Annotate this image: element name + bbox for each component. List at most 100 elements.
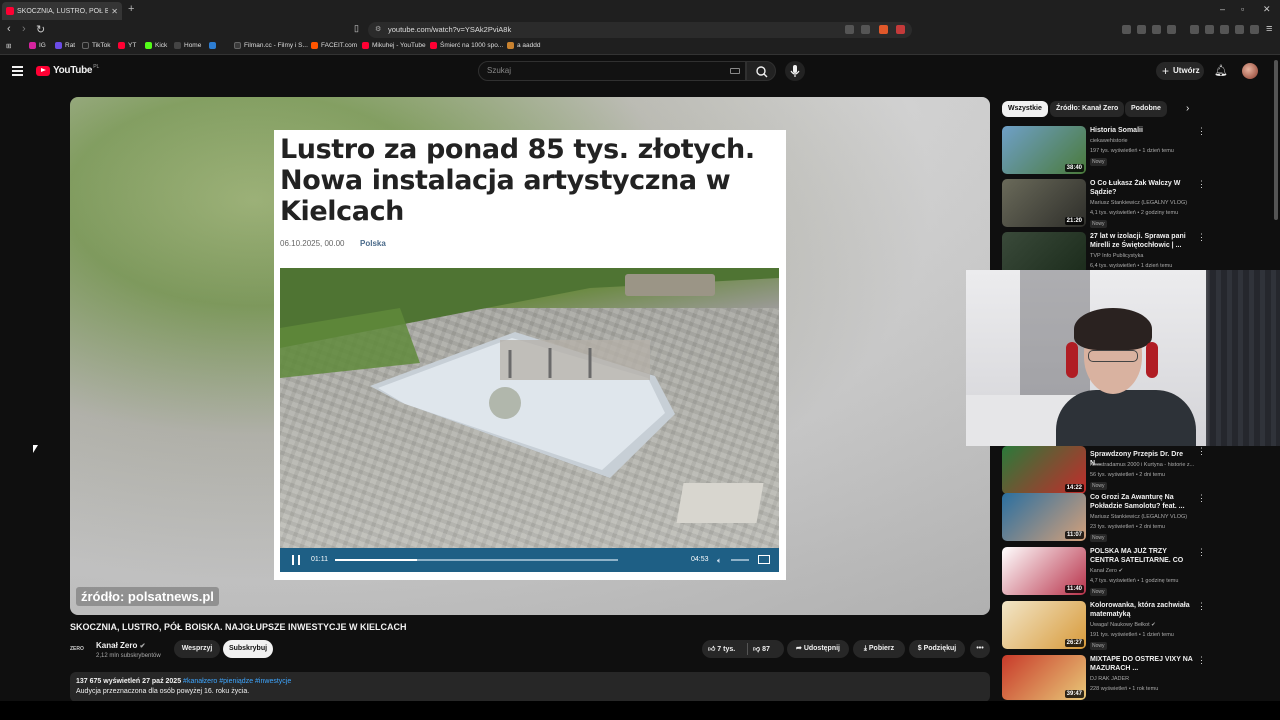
kebab-menu-icon[interactable]: ⋮ xyxy=(1197,547,1206,558)
wallet-icon[interactable] xyxy=(1220,25,1229,34)
search-input[interactable]: Szukaj xyxy=(478,61,746,81)
apps-icon[interactable]: ⊞ xyxy=(6,42,11,50)
video-thumbnail[interactable]: 21:20 xyxy=(1002,179,1086,227)
minimize-icon[interactable]: – xyxy=(1220,4,1225,14)
chip-all[interactable]: Wszystkie xyxy=(1002,101,1048,117)
bookmark-item[interactable] xyxy=(209,42,219,49)
chip-similar[interactable]: Podobne xyxy=(1125,101,1167,117)
bookmark-item[interactable]: TikTok xyxy=(82,42,111,49)
video-thumbnail[interactable]: 11:07 xyxy=(1002,493,1086,541)
thanks-label: Podziękuj xyxy=(923,645,957,652)
guide-menu-icon[interactable] xyxy=(12,66,23,78)
channel-logo[interactable]: ZERO xyxy=(70,643,90,655)
share-button[interactable]: ➦ Udostępnij xyxy=(787,640,849,658)
channel-name-text: Kanał Zero xyxy=(96,641,138,650)
share-icon[interactable] xyxy=(861,25,870,34)
create-button[interactable]: + Utwórz xyxy=(1156,62,1204,80)
site-info-icon[interactable]: ⚙ xyxy=(375,22,381,38)
fullscreen-icon xyxy=(758,555,770,564)
dislike-button[interactable]: 👎︎ 87 xyxy=(753,644,770,653)
kebab-menu-icon[interactable]: ⋮ xyxy=(1197,232,1206,243)
recommendation-title: Historia Somalii xyxy=(1090,127,1143,134)
bookmark-item[interactable]: Kick xyxy=(145,42,167,49)
bookmark-item[interactable]: a aaddd xyxy=(507,42,541,49)
dislike-count: 87 xyxy=(762,646,770,653)
video-thumbnail[interactable]: 26:27 xyxy=(1002,601,1086,649)
url-bar[interactable]: ⚙ youtube.com/watch?v=YSAk2PviA8k xyxy=(368,22,912,38)
recommendation-channel: TVP Info Publicystyka xyxy=(1090,253,1144,259)
youtube-wordmark: YouTube xyxy=(53,65,93,76)
recommendation-item[interactable]: 38:40 Historia Somalii ciekawehistorie 1… xyxy=(1002,126,1206,176)
reload-icon[interactable]: ↻ xyxy=(36,23,45,36)
support-button[interactable]: Wesprzyj xyxy=(174,640,220,658)
page-scrollbar[interactable] xyxy=(1274,60,1278,220)
video-thumbnail[interactable]: 11:40 xyxy=(1002,547,1086,595)
recommendation-item[interactable]: 21:20 O Co Łukasz Żak Walczy W Sądzie? M… xyxy=(1002,179,1206,229)
extension-icon[interactable] xyxy=(1137,25,1146,34)
recommendation-item[interactable]: 39:47 MIXTAPE DO OSTREJ VIXY NA MAZURACH… xyxy=(1002,655,1206,701)
back-icon[interactable]: ‹ xyxy=(7,23,11,35)
description-box[interactable]: 137 675 wyświetleń 27 paź 2025 #kanałzer… xyxy=(70,672,990,702)
thumbs-up-icon: 👍︎ xyxy=(708,646,716,653)
kebab-menu-icon[interactable]: ⋮ xyxy=(1197,446,1206,457)
search-button[interactable] xyxy=(746,61,776,81)
bookmark-item[interactable]: FACEIT.com xyxy=(311,42,357,49)
bookmark-item[interactable]: Rat xyxy=(55,42,75,49)
bookmark-label: FACEIT.com xyxy=(321,42,358,49)
chip-source[interactable]: Źródło: Kanał Zero xyxy=(1050,101,1125,117)
kebab-menu-icon[interactable]: ⋮ xyxy=(1197,601,1206,612)
chevron-right-icon[interactable]: › xyxy=(1186,103,1189,114)
extension-icon[interactable] xyxy=(1167,25,1176,34)
brave-rewards-icon[interactable] xyxy=(896,25,905,34)
subscribe-button[interactable]: Subskrybuj xyxy=(223,640,273,658)
bookmark-item[interactable]: YT xyxy=(118,42,136,49)
bookmark-item[interactable]: Mikuhej - YouTube xyxy=(362,42,426,49)
video-thumbnail[interactable]: 14:22 xyxy=(1002,446,1086,494)
recommendation-item[interactable]: 11:40 POLSKA MA JUŻ TRZY CENTRA SATELITA… xyxy=(1002,547,1206,597)
sidebar-icon[interactable] xyxy=(1205,25,1214,34)
new-tab-icon[interactable]: + xyxy=(128,3,134,15)
bookmark-item[interactable]: Filman.cc - Filmy i S... xyxy=(234,42,308,49)
brave-shield-icon[interactable] xyxy=(879,25,888,34)
kebab-menu-icon[interactable]: ⋮ xyxy=(1197,655,1206,666)
media-icon[interactable] xyxy=(1190,25,1199,34)
forward-icon[interactable]: › xyxy=(22,23,26,35)
kebab-menu-icon[interactable]: ⋮ xyxy=(1197,126,1206,137)
video-thumbnail[interactable]: 38:40 xyxy=(1002,126,1086,174)
video-duration: 26:27 xyxy=(1064,639,1084,647)
more-actions-button[interactable]: ••• xyxy=(970,640,990,658)
hashtags[interactable]: #kanałzero #pieniądze #inwestycje xyxy=(183,678,291,685)
recommendation-item[interactable]: 11:07 Co Grozi Za Awanturę Na Pokładzie … xyxy=(1002,493,1206,543)
bookmark-item[interactable]: IG xyxy=(29,42,46,49)
keyboard-icon[interactable] xyxy=(730,68,740,74)
recommendation-item[interactable]: 26:27 Kolorowanka, która zachwiała matem… xyxy=(1002,601,1206,651)
new-badge: Nowy xyxy=(1090,588,1107,596)
kebab-menu-icon[interactable]: ⋮ xyxy=(1197,493,1206,504)
voice-search-button[interactable] xyxy=(785,61,805,81)
like-button[interactable]: 👍︎ 7 tys. xyxy=(708,644,735,653)
bookmark-item[interactable]: Home xyxy=(174,42,201,49)
close-window-icon[interactable]: ✕ xyxy=(1263,4,1271,15)
channel-name[interactable]: Kanał Zero ✔ xyxy=(96,641,145,650)
close-tab-icon[interactable]: ✕ xyxy=(111,7,118,16)
thanks-button[interactable]: $ Podziękuj xyxy=(909,640,965,658)
vpn-icon[interactable] xyxy=(1250,25,1259,34)
notifications-bell-icon[interactable]: 🔔︎ xyxy=(1214,64,1228,77)
video-thumbnail[interactable]: 39:47 xyxy=(1002,655,1086,700)
video-duration: 11:40 xyxy=(1064,585,1084,593)
youtube-logo[interactable]: YouTube PL xyxy=(36,64,99,76)
cast-icon[interactable] xyxy=(845,25,854,34)
bookmark-item[interactable]: Śmierć na 1000 spo... xyxy=(430,42,503,49)
kebab-menu-icon[interactable]: ⋮ xyxy=(1197,179,1206,190)
download-button[interactable]: ⤓ Pobierz xyxy=(853,640,905,658)
account-avatar[interactable] xyxy=(1242,63,1258,79)
leo-icon[interactable] xyxy=(1235,25,1244,34)
extension-icon[interactable] xyxy=(1122,25,1131,34)
maximize-icon[interactable]: ▫ xyxy=(1241,4,1244,14)
browser-tab[interactable]: SKOCZNIA, LUSTRO, PÓŁ BOI ✕ xyxy=(2,2,122,20)
bookmark-icon[interactable]: ▯ xyxy=(354,23,359,34)
extension-icon[interactable] xyxy=(1152,25,1161,34)
recommendation-item[interactable]: 14:22 Sprawdzony Przepis Dr. Dre N... Ne… xyxy=(1002,446,1206,496)
menu-icon[interactable]: ≡ xyxy=(1266,23,1272,35)
video-player[interactable]: Lustro za ponad 85 tys. złotych. Nowa in… xyxy=(70,97,990,615)
